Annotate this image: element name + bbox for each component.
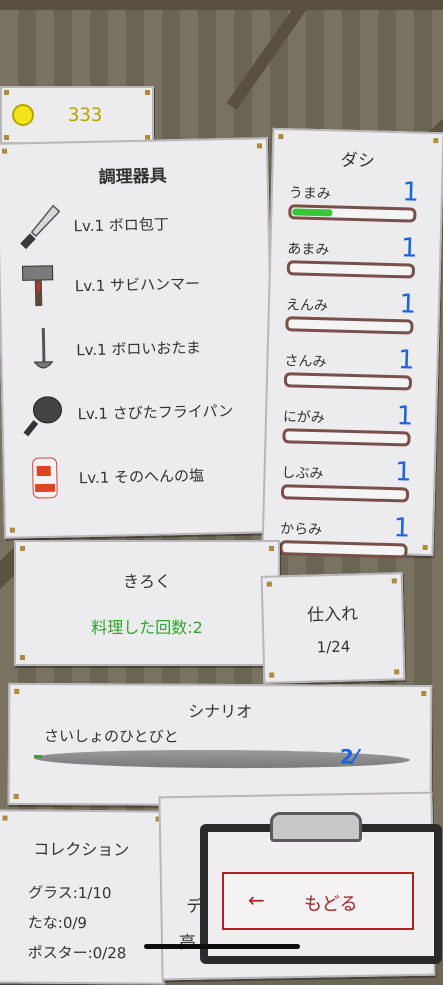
scenario-progress-fill bbox=[34, 755, 42, 758]
coin-icon bbox=[12, 104, 34, 126]
home-indicator[interactable] bbox=[144, 944, 300, 949]
flavor-row: しぶみ 1 bbox=[281, 454, 414, 507]
misc-text: 高 bbox=[179, 928, 196, 953]
flavor-bar-fill bbox=[292, 208, 332, 216]
stock-panel[interactable]: 仕入れ 1/24 bbox=[261, 572, 406, 684]
flavor-row: さんみ 1 bbox=[284, 342, 417, 395]
tool-item-frying-pan[interactable]: Lv.1 さびたフライパン bbox=[21, 385, 262, 440]
frying-pan-icon bbox=[21, 389, 66, 438]
flavor-label: さんみ bbox=[284, 350, 327, 371]
stock-count: 1/24 bbox=[264, 636, 402, 658]
flavor-label: からみ bbox=[280, 518, 323, 539]
flavor-bar bbox=[285, 316, 413, 334]
tool-name: Lv.1 そのへんの塩 bbox=[79, 465, 205, 489]
record-title: きろく bbox=[16, 568, 278, 592]
knife-icon bbox=[17, 202, 62, 251]
flavor-title: ダシ bbox=[274, 144, 443, 173]
flavor-row: えんみ 1 bbox=[285, 286, 418, 339]
tool-item-knife[interactable]: Lv.1 ボロ包丁 bbox=[17, 197, 258, 252]
ceiling-beam bbox=[0, 0, 443, 10]
collection-item: ポスター:0/28 bbox=[28, 942, 127, 964]
scenario-title: シナリオ bbox=[10, 697, 430, 723]
cook-count: 料理した回数:2 bbox=[16, 614, 278, 638]
flavor-row: うまみ 1 bbox=[288, 174, 421, 227]
flavor-label: うまみ bbox=[289, 182, 332, 203]
tool-item-ladle[interactable]: Lv.1 ボロいおたま bbox=[20, 321, 261, 376]
flavor-bar bbox=[284, 372, 412, 390]
tool-name: Lv.1 ボロいおたま bbox=[76, 337, 201, 361]
scenario-subtitle: さいしょのひとびと bbox=[44, 725, 179, 747]
currency-panel: 333 bbox=[0, 86, 154, 144]
flavor-label: えんみ bbox=[286, 294, 329, 315]
hammer-icon bbox=[18, 262, 63, 311]
flavor-panel[interactable]: ダシ うまみ 1 あまみ 1 えんみ 1 さんみ 1 にがみ 1 しぶみ 1 からみ 1 bbox=[261, 128, 443, 556]
tool-name: Lv.1 サビハンマー bbox=[75, 273, 201, 297]
currency-amount: 333 bbox=[68, 104, 102, 126]
back-arrow-icon: ← bbox=[248, 888, 265, 912]
scenario-panel[interactable]: シナリオ さいしょのひとびと 2⁄ bbox=[8, 683, 433, 807]
flavor-row: あまみ 1 bbox=[287, 230, 420, 283]
collection-item: たな:0/9 bbox=[28, 912, 87, 933]
stock-title: 仕入れ bbox=[263, 598, 402, 627]
salt-icon bbox=[22, 453, 67, 502]
flavor-level: 1 bbox=[395, 457, 412, 487]
flavor-level: 1 bbox=[396, 401, 413, 431]
flavor-level: 1 bbox=[398, 345, 415, 375]
flavor-row: にがみ 1 bbox=[282, 398, 415, 451]
flavor-label: あまみ bbox=[287, 238, 330, 259]
back-button[interactable]: ← もどる bbox=[222, 872, 414, 930]
flavor-bar bbox=[279, 540, 407, 558]
flavor-bar bbox=[287, 260, 415, 278]
flavor-level: 1 bbox=[399, 289, 416, 319]
tool-item-salt[interactable]: Lv.1 そのへんの塩 bbox=[22, 449, 263, 504]
flavor-level: 1 bbox=[402, 177, 419, 207]
collection-panel[interactable]: コレクション グラス:1/10 たな:0/9 ポスター:0/28 bbox=[0, 809, 167, 984]
record-panel[interactable]: きろく 料理した回数:2 bbox=[14, 540, 280, 666]
tool-name: Lv.1 ボロ包丁 bbox=[73, 213, 169, 236]
ladle-icon bbox=[20, 326, 65, 375]
collection-item: グラス:1/10 bbox=[28, 882, 112, 904]
back-button-label: もどる bbox=[304, 890, 358, 916]
flavor-label: しぶみ bbox=[281, 462, 324, 483]
collection-title: コレクション bbox=[0, 835, 164, 860]
tool-name: Lv.1 さびたフライパン bbox=[77, 400, 233, 424]
tools-panel[interactable]: 調理器具 Lv.1 ボロ包丁 Lv.1 サビハンマー Lv.1 ボロいおたま L… bbox=[0, 137, 276, 539]
flavor-bar bbox=[282, 428, 410, 446]
tool-item-hammer[interactable]: Lv.1 サビハンマー bbox=[18, 257, 259, 312]
flavor-bar bbox=[281, 484, 409, 502]
clipboard-clip-icon bbox=[270, 812, 362, 842]
flavor-level: 1 bbox=[393, 513, 410, 543]
tools-title: 調理器具 bbox=[0, 159, 267, 190]
flavor-level: 1 bbox=[401, 233, 418, 263]
scenario-marker-icon: 2⁄ bbox=[340, 745, 357, 769]
flavor-label: にがみ bbox=[283, 406, 325, 427]
flavor-row: からみ 1 bbox=[279, 510, 412, 563]
flavor-bar bbox=[288, 204, 416, 222]
